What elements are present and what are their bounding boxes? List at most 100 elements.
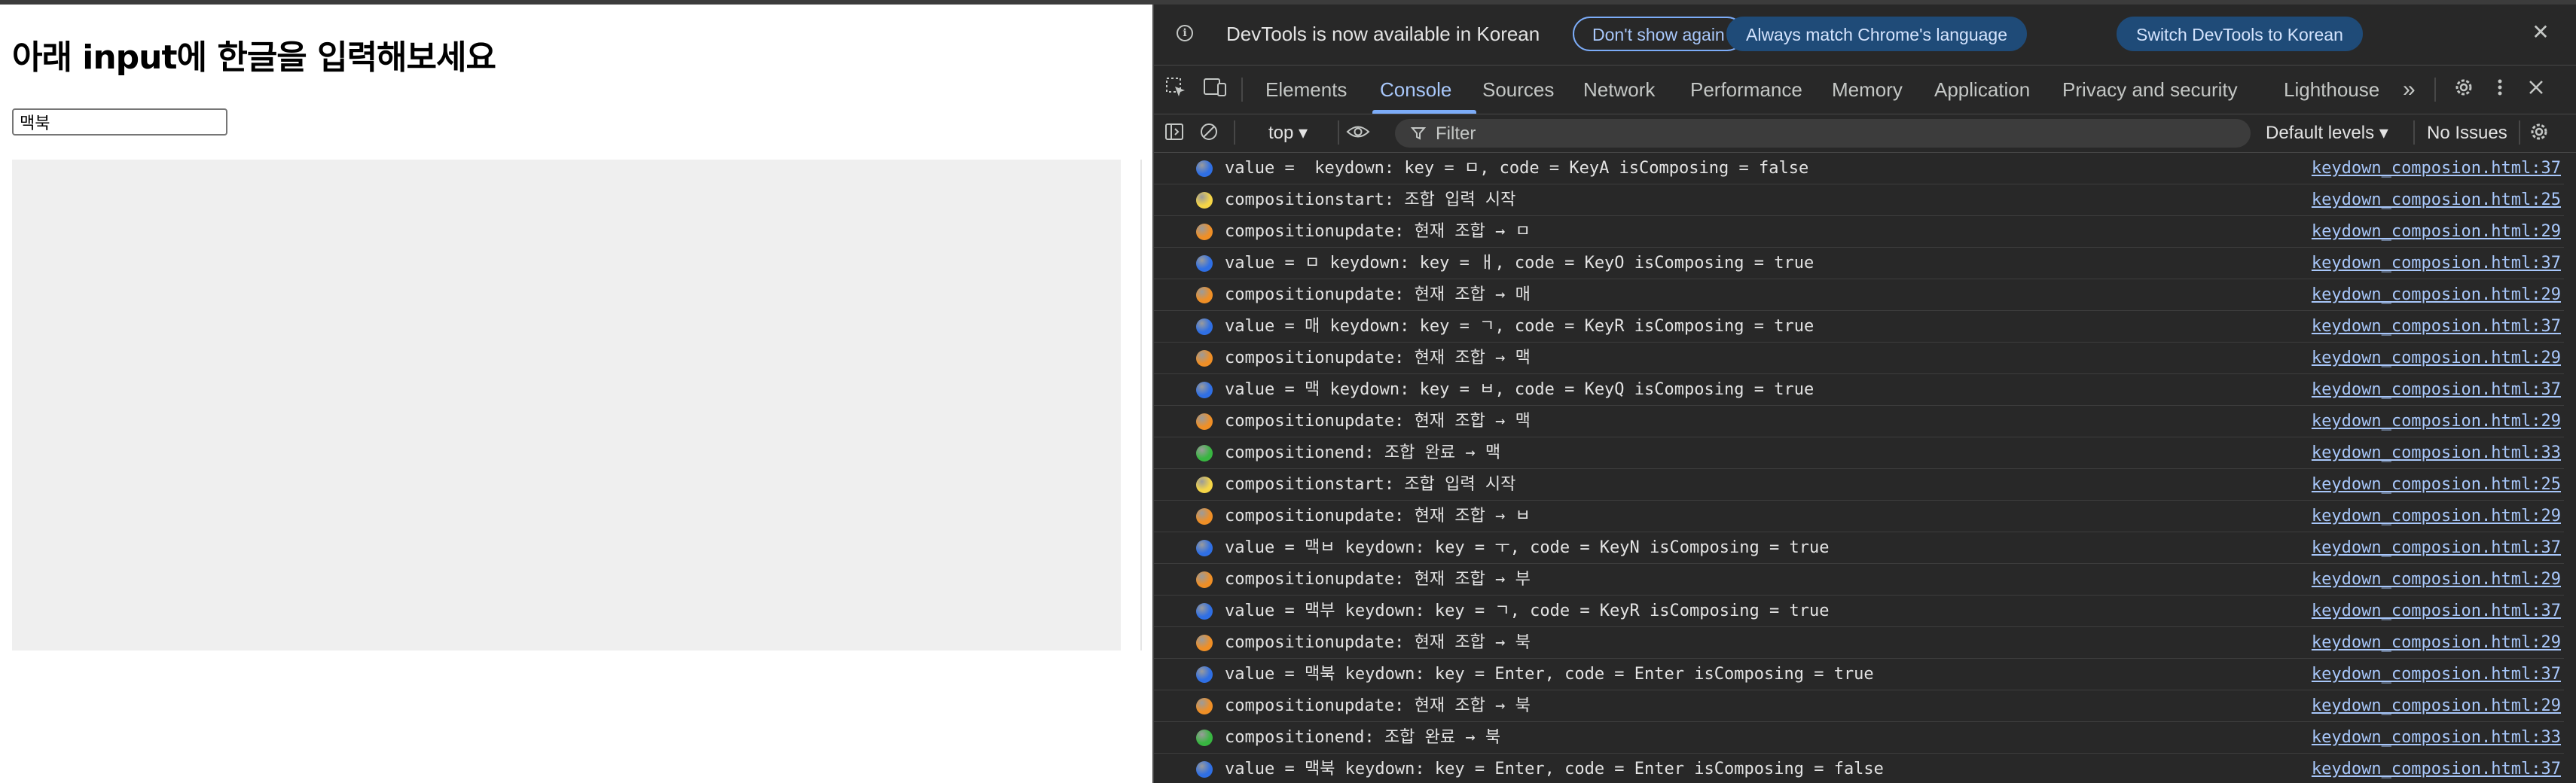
console-message-row: value = 맥부 keydown: key = ㄱ, code = KeyR… bbox=[1154, 596, 2564, 627]
tab-performance[interactable]: Performance bbox=[1690, 66, 1802, 114]
device-toolbar-icon[interactable] bbox=[1202, 76, 1228, 102]
log-level-dot-icon bbox=[1196, 224, 1213, 240]
log-level-dot-icon bbox=[1196, 730, 1213, 746]
infobar-message: DevTools is now available in Korean bbox=[1226, 23, 1540, 45]
console-toolbar: top ▾ Default levels ▾ No Issues bbox=[1154, 114, 2576, 153]
console-message-text: compositionupdate: 현재 조합 → 매 bbox=[1225, 285, 1531, 304]
filter-input[interactable] bbox=[1434, 119, 2190, 149]
page-scrollbar[interactable] bbox=[1140, 160, 1142, 650]
console-message-text: compositionupdate: 현재 조합 → 맥 bbox=[1225, 412, 1531, 431]
console-message-row: value = keydown: key = ㅁ, code = KeyA is… bbox=[1154, 153, 2564, 184]
source-link[interactable]: keydown_composion.html:33 bbox=[2312, 722, 2561, 753]
console-message-row: value = 맥북 keydown: key = Enter, code = … bbox=[1154, 754, 2564, 783]
inspect-element-icon[interactable] bbox=[1163, 76, 1189, 102]
console-message-row: compositionstart: 조합 입력 시작 keydown_compos… bbox=[1154, 469, 2564, 501]
log-levels-dropdown[interactable]: Default levels ▾ bbox=[2266, 120, 2388, 146]
tab-lighthouse[interactable]: Lighthouse bbox=[2284, 66, 2379, 114]
source-link[interactable]: keydown_composion.html:29 bbox=[2312, 501, 2561, 532]
web-page: 아래 input에 한글을 입력해보세요 bbox=[0, 5, 1152, 783]
console-message-text: compositionstart: 조합 입력 시작 bbox=[1225, 475, 1516, 494]
filter-box[interactable] bbox=[1395, 119, 2251, 149]
log-level-dot-icon bbox=[1196, 445, 1213, 462]
close-icon[interactable]: ✕ bbox=[2528, 20, 2553, 45]
log-level-dot-icon bbox=[1196, 698, 1213, 714]
console-settings-gear-icon[interactable] bbox=[2526, 120, 2552, 146]
log-level-dot-icon bbox=[1196, 318, 1213, 335]
settings-gear-icon[interactable] bbox=[2451, 76, 2477, 102]
issues-counter[interactable]: No Issues bbox=[2427, 120, 2507, 146]
more-tabs-icon[interactable]: » bbox=[2403, 66, 2416, 114]
source-link[interactable]: keydown_composion.html:37 bbox=[2312, 153, 2561, 184]
tab-console[interactable]: Console bbox=[1380, 66, 1451, 114]
source-link[interactable]: keydown_composion.html:29 bbox=[2312, 279, 2561, 310]
log-level-dot-icon bbox=[1196, 160, 1213, 177]
tab-application[interactable]: Application bbox=[1934, 66, 2030, 114]
toolbar-separator bbox=[2519, 120, 2520, 145]
language-infobar: i DevTools is now available in Korean Do… bbox=[1154, 5, 2576, 66]
console-message-row: value = 매 keydown: key = ㄱ, code = KeyR … bbox=[1154, 311, 2564, 343]
source-link[interactable]: keydown_composion.html:37 bbox=[2312, 532, 2561, 563]
source-link[interactable]: keydown_composion.html:37 bbox=[2312, 248, 2561, 279]
console-message-text: compositionupdate: 현재 조합 → ㅂ bbox=[1225, 507, 1531, 526]
console-message-row: value = ㅁ keydown: key = ㅐ, code = KeyO … bbox=[1154, 248, 2564, 279]
source-link[interactable]: keydown_composion.html:29 bbox=[2312, 627, 2561, 658]
source-link[interactable]: keydown_composion.html:33 bbox=[2312, 437, 2561, 468]
console-message-text: compositionupdate: 현재 조합 → 북 bbox=[1225, 696, 1531, 715]
console-message-text: value = 맥북 keydown: key = Enter, code = … bbox=[1225, 760, 1884, 778]
source-link[interactable]: keydown_composion.html:37 bbox=[2312, 311, 2561, 342]
clear-console-icon[interactable] bbox=[1196, 120, 1222, 146]
log-level-dot-icon bbox=[1196, 477, 1213, 493]
more-options-icon[interactable] bbox=[2487, 76, 2513, 102]
tab-privacy-security[interactable]: Privacy and security bbox=[2062, 66, 2238, 114]
console-message-row: compositionend: 조합 완료 → 맥 keydown_composi… bbox=[1154, 437, 2564, 469]
log-level-dot-icon bbox=[1196, 635, 1213, 651]
korean-text-input[interactable] bbox=[12, 108, 227, 136]
always-match-language-button[interactable]: Always match Chrome's language bbox=[1726, 17, 2027, 51]
console-message-text: compositionupdate: 현재 조합 → 북 bbox=[1225, 633, 1531, 652]
tab-memory[interactable]: Memory bbox=[1832, 66, 1903, 114]
toolbar-separator bbox=[2413, 120, 2415, 145]
source-link[interactable]: keydown_composion.html:37 bbox=[2312, 374, 2561, 405]
source-link[interactable]: keydown_composion.html:29 bbox=[2312, 216, 2561, 247]
source-link[interactable]: keydown_composion.html:29 bbox=[2312, 343, 2561, 373]
sidebar-toggle-icon[interactable] bbox=[1161, 120, 1187, 146]
console-message-row: compositionupdate: 현재 조합 → ㅂ keydown_comp… bbox=[1154, 501, 2564, 532]
console-message-text: value = keydown: key = ㅁ, code = KeyA is… bbox=[1225, 159, 1809, 178]
dont-show-again-button[interactable]: Don't show again bbox=[1573, 17, 1744, 51]
tab-elements[interactable]: Elements bbox=[1265, 66, 1347, 114]
context-selector[interactable]: top ▾ bbox=[1268, 120, 1308, 146]
close-devtools-icon[interactable] bbox=[2523, 76, 2549, 102]
tab-network[interactable]: Network bbox=[1583, 66, 1655, 114]
source-link[interactable]: keydown_composion.html:25 bbox=[2312, 469, 2561, 500]
log-level-dot-icon bbox=[1196, 255, 1213, 272]
console-message-row: compositionupdate: 현재 조합 → 매 keydown_comp… bbox=[1154, 279, 2564, 311]
source-link[interactable]: keydown_composion.html:37 bbox=[2312, 754, 2561, 783]
source-link[interactable]: keydown_composion.html:37 bbox=[2312, 596, 2561, 626]
console-scrollbar[interactable] bbox=[2565, 153, 2576, 783]
source-link[interactable]: keydown_composion.html:37 bbox=[2312, 659, 2561, 690]
log-level-dot-icon bbox=[1196, 287, 1213, 303]
console-message-text: value = ㅁ keydown: key = ㅐ, code = KeyO … bbox=[1225, 254, 1814, 273]
console-message-text: value = 맥북 keydown: key = Enter, code = … bbox=[1225, 665, 1874, 684]
active-tab-indicator bbox=[1372, 110, 1476, 114]
source-link[interactable]: keydown_composion.html:29 bbox=[2312, 406, 2561, 437]
console-message-row: compositionupdate: 현재 조합 → 맥 keydown_comp… bbox=[1154, 343, 2564, 374]
console-message-row: value = 맥ㅂ keydown: key = ㅜ, code = KeyN… bbox=[1154, 532, 2564, 564]
console-message-text: value = 맥부 keydown: key = ㄱ, code = KeyR… bbox=[1225, 602, 1830, 620]
source-link[interactable]: keydown_composion.html:25 bbox=[2312, 184, 2561, 215]
console-message-text: compositionupdate: 현재 조합 → ㅁ bbox=[1225, 222, 1531, 241]
filter-icon bbox=[1410, 120, 1427, 149]
toolbar-separator bbox=[1234, 120, 1235, 145]
tab-sources[interactable]: Sources bbox=[1482, 66, 1554, 114]
console-message-row: compositionupdate: 현재 조합 → ㅁ keydown_comp… bbox=[1154, 216, 2564, 248]
source-link[interactable]: keydown_composion.html:29 bbox=[2312, 690, 2561, 721]
console-messages: value = keydown: key = ㅁ, code = KeyA is… bbox=[1154, 153, 2564, 783]
switch-to-korean-button[interactable]: Switch DevTools to Korean bbox=[2117, 17, 2363, 51]
log-level-dot-icon bbox=[1196, 508, 1213, 525]
page-heading: 아래 input에 한글을 입력해보세요 bbox=[12, 38, 496, 77]
source-link[interactable]: keydown_composion.html:29 bbox=[2312, 564, 2561, 595]
eye-icon[interactable] bbox=[1345, 120, 1371, 146]
console-message-text: compositionupdate: 현재 조합 → 맥 bbox=[1225, 349, 1531, 367]
console-message-text: value = 맥ㅂ keydown: key = ㅜ, code = KeyN… bbox=[1225, 538, 1830, 557]
devtools-tabbar: Elements Console Sources Network Perform… bbox=[1154, 66, 2576, 114]
